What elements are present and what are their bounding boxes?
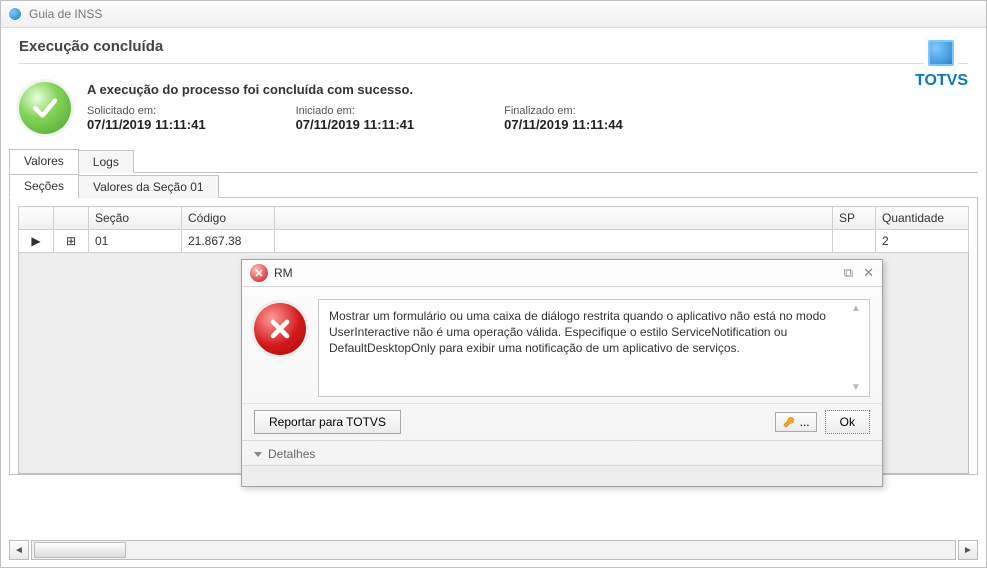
solicited-label: Solicitado em: bbox=[87, 105, 206, 117]
scroll-track[interactable] bbox=[31, 540, 956, 560]
cell-quantidade: 2 bbox=[876, 230, 969, 253]
outer-tabs: Valores Logs bbox=[9, 148, 978, 173]
cell-sp bbox=[833, 230, 876, 253]
tab-secoes[interactable]: Seções bbox=[9, 174, 79, 198]
row-indicator-header bbox=[19, 207, 54, 230]
more-label: ... bbox=[800, 415, 810, 429]
tab-valores[interactable]: Valores bbox=[9, 149, 79, 173]
col-codigo[interactable]: Código bbox=[182, 207, 275, 230]
window-title: Guia de INSS bbox=[29, 7, 102, 21]
expand-header bbox=[54, 207, 89, 230]
error-dialog: ✕ RM ⧉ ✕ Mostrar um formulário ou uma ca… bbox=[241, 259, 883, 487]
ok-button[interactable]: Ok bbox=[825, 410, 870, 434]
data-grid[interactable]: Seção Código SP Quantidade ▶ ⊞ 01 21.867… bbox=[18, 206, 969, 253]
finished-value: 07/11/2019 11:11:44 bbox=[504, 117, 623, 132]
wrench-icon bbox=[782, 415, 796, 429]
table-row[interactable]: ▶ ⊞ 01 21.867.38 2 bbox=[19, 230, 969, 253]
inner-tabs: Seções Valores da Seção 01 bbox=[9, 173, 978, 198]
pin-icon[interactable]: ⧉ bbox=[844, 265, 853, 281]
time-solicited: Solicitado em: 07/11/2019 11:11:41 bbox=[87, 105, 206, 132]
brand-text: TOTVS bbox=[915, 72, 968, 90]
col-sp[interactable]: SP bbox=[833, 207, 876, 230]
execution-summary: A execução do processo foi concluída com… bbox=[1, 70, 986, 140]
dialog-buttons: Reportar para TOTVS ... Ok bbox=[242, 403, 882, 440]
app-icon bbox=[7, 6, 23, 22]
execution-times: Solicitado em: 07/11/2019 11:11:41 Inici… bbox=[87, 105, 968, 132]
page-header: Execução concluída TOTVS bbox=[1, 28, 986, 70]
cell-codigo: 21.867.38 bbox=[182, 230, 275, 253]
dialog-title: RM bbox=[274, 266, 293, 280]
report-button[interactable]: Reportar para TOTVS bbox=[254, 410, 401, 434]
dialog-controls: ⧉ ✕ bbox=[844, 265, 874, 281]
execution-info: A execução do processo foi concluída com… bbox=[87, 82, 968, 132]
tab-logs[interactable]: Logs bbox=[78, 150, 134, 173]
brand-logo: TOTVS bbox=[915, 36, 968, 90]
titlebar: Guia de INSS bbox=[1, 1, 986, 28]
error-icon bbox=[254, 303, 306, 355]
scroll-thumb[interactable] bbox=[34, 542, 126, 558]
error-message: Mostrar um formulário ou uma caixa de di… bbox=[329, 309, 826, 355]
col-gap bbox=[275, 207, 833, 230]
row-indicator-icon: ▶ bbox=[19, 230, 54, 253]
finished-label: Finalizado em: bbox=[504, 105, 623, 117]
details-label: Detalhes bbox=[268, 447, 315, 461]
execution-message: A execução do processo foi concluída com… bbox=[87, 82, 968, 97]
started-label: Iniciado em: bbox=[296, 105, 415, 117]
error-small-icon: ✕ bbox=[250, 264, 268, 282]
cell-gap bbox=[275, 230, 833, 253]
message-scrollbar[interactable]: ▲▼ bbox=[851, 302, 867, 394]
main-window: Guia de INSS Execução concluída TOTVS A … bbox=[0, 0, 987, 568]
time-finished: Finalizado em: 07/11/2019 11:11:44 bbox=[504, 105, 623, 132]
error-message-box: Mostrar um formulário ou uma caixa de di… bbox=[318, 299, 870, 397]
dialog-titlebar: ✕ RM ⧉ ✕ bbox=[242, 260, 882, 287]
tab-valores-secao[interactable]: Valores da Seção 01 bbox=[78, 175, 219, 198]
success-icon bbox=[19, 82, 71, 134]
scroll-right-button[interactable]: ► bbox=[958, 540, 978, 560]
page-title: Execução concluída bbox=[19, 38, 968, 55]
cell-secao: 01 bbox=[89, 230, 182, 253]
horizontal-scrollbar[interactable]: ◄ ► bbox=[9, 541, 978, 559]
started-value: 07/11/2019 11:11:41 bbox=[296, 117, 415, 132]
solicited-value: 07/11/2019 11:11:41 bbox=[87, 117, 206, 132]
dialog-footer bbox=[242, 465, 882, 486]
close-icon[interactable]: ✕ bbox=[863, 265, 874, 281]
scroll-left-button[interactable]: ◄ bbox=[9, 540, 29, 560]
dialog-body: Mostrar um formulário ou uma caixa de di… bbox=[242, 287, 882, 403]
chevron-down-icon bbox=[254, 452, 262, 457]
brand-icon bbox=[924, 36, 958, 70]
expand-icon[interactable]: ⊞ bbox=[54, 230, 89, 253]
header-divider bbox=[19, 63, 968, 64]
grid-header-row: Seção Código SP Quantidade bbox=[19, 207, 969, 230]
time-started: Iniciado em: 07/11/2019 11:11:41 bbox=[296, 105, 415, 132]
col-secao[interactable]: Seção bbox=[89, 207, 182, 230]
tool-button[interactable]: ... bbox=[775, 412, 817, 432]
col-quantidade[interactable]: Quantidade bbox=[876, 207, 969, 230]
details-expander[interactable]: Detalhes bbox=[242, 440, 882, 465]
